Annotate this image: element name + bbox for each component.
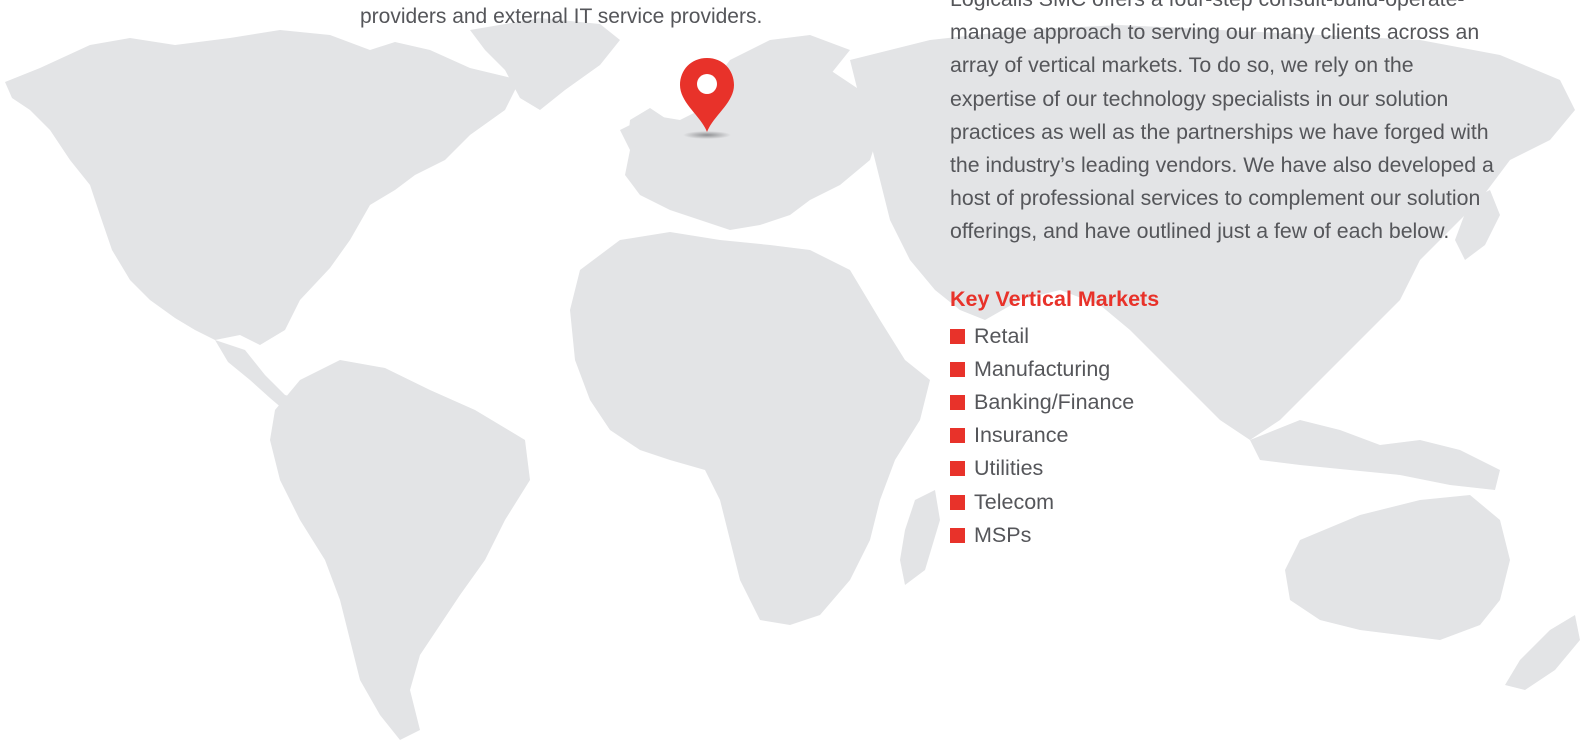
- list-item: Telecom: [950, 486, 1500, 519]
- square-bullet-icon: [950, 395, 965, 411]
- square-bullet-icon: [950, 527, 965, 543]
- list-item: Retail: [950, 320, 1500, 353]
- list-item: Manufacturing: [950, 353, 1500, 386]
- market-label: Manufacturing: [974, 356, 1111, 381]
- market-label: Utilities: [974, 456, 1044, 481]
- location-pin-icon: [680, 58, 734, 139]
- list-item: Banking/Finance: [950, 386, 1500, 419]
- market-label: Retail: [974, 323, 1029, 348]
- square-bullet-icon: [950, 361, 965, 377]
- map-south-america: [270, 360, 530, 740]
- square-bullet-icon: [950, 494, 965, 510]
- markets-heading: Key Vertical Markets: [950, 286, 1160, 311]
- intro-paragraph: Logicalis SMC offers a four-step consult…: [950, 0, 1494, 244]
- list-item: Utilities: [950, 452, 1500, 485]
- square-bullet-icon: [950, 428, 965, 444]
- map-new-zealand: [1505, 615, 1580, 690]
- map-africa: [570, 232, 930, 625]
- list-item: MSPs: [950, 519, 1500, 552]
- left-text-fragment: providers and external IT service provid…: [360, 5, 763, 28]
- market-label: Banking/Finance: [974, 390, 1135, 414]
- map-north-america: [5, 30, 520, 345]
- market-label: Telecom: [974, 489, 1055, 514]
- right-column: Logicalis SMC offers a four-step consult…: [950, 0, 1500, 552]
- markets-list: Retail Manufacturing Banking/Finance Ins…: [950, 320, 1500, 552]
- list-item: Insurance: [950, 419, 1500, 452]
- market-label: MSPs: [974, 522, 1032, 547]
- market-label: Insurance: [974, 423, 1069, 448]
- square-bullet-icon: [950, 461, 965, 477]
- square-bullet-icon: [950, 328, 965, 344]
- map-madagascar: [900, 490, 940, 585]
